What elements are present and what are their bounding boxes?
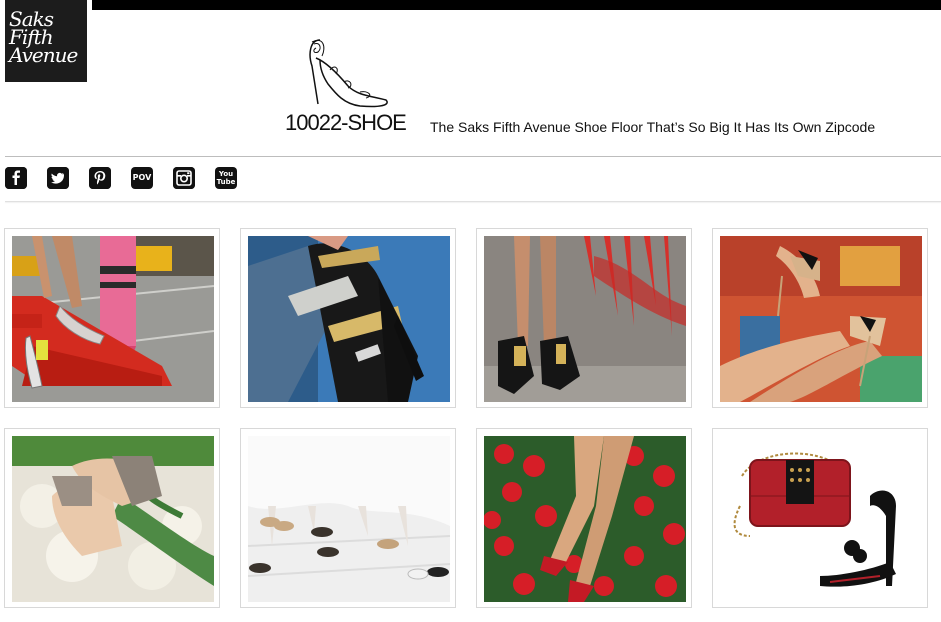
divider [5, 201, 941, 202]
instagram-icon[interactable] [173, 167, 195, 189]
metallic-strappy-sandal-photo[interactable] [248, 236, 450, 402]
gallery-item-metallic-strappy-sandal[interactable] [240, 228, 456, 408]
gallery-item-ballet-flats-tulle[interactable] [240, 428, 456, 608]
red-clutch-and-sandal-photo[interactable] [720, 436, 922, 602]
saks-logo[interactable]: Saks Fifth Avenue [5, 0, 87, 82]
red-lace-flats-roses-photo[interactable] [484, 436, 686, 602]
pinterest-icon[interactable] [89, 167, 111, 189]
divider [5, 156, 941, 157]
gallery-item-floral-boat-sandals[interactable] [4, 428, 220, 608]
tagline: The Saks Fifth Avenue Shoe Floor That’s … [430, 119, 876, 135]
facebook-icon[interactable] [5, 167, 27, 189]
top-bar [92, 0, 941, 10]
gallery-item-red-lace-flats-roses[interactable] [476, 428, 692, 608]
ballet-flats-tulle-photo[interactable] [248, 436, 450, 602]
pov-icon[interactable]: POV [131, 167, 153, 189]
gallery-item-red-crayon-heels[interactable] [4, 228, 220, 408]
gallery-item-red-clutch-and-sandal[interactable] [712, 428, 928, 608]
twitter-icon[interactable] [47, 167, 69, 189]
gallery-item-nude-pumps-graffiti[interactable] [712, 228, 928, 408]
red-crayon-heels-photo[interactable] [12, 236, 214, 402]
nude-pumps-graffiti-photo[interactable] [720, 236, 922, 402]
floral-boat-sandals-photo[interactable] [12, 436, 214, 602]
shoe-illustration-logo[interactable] [300, 34, 392, 108]
black-gold-sandals-graffiti-photo[interactable] [484, 236, 686, 402]
brand-name[interactable]: 10022-SHOE [285, 110, 407, 136]
youtube-icon[interactable]: You Tube [215, 167, 237, 189]
gallery-item-black-gold-sandals[interactable] [476, 228, 692, 408]
